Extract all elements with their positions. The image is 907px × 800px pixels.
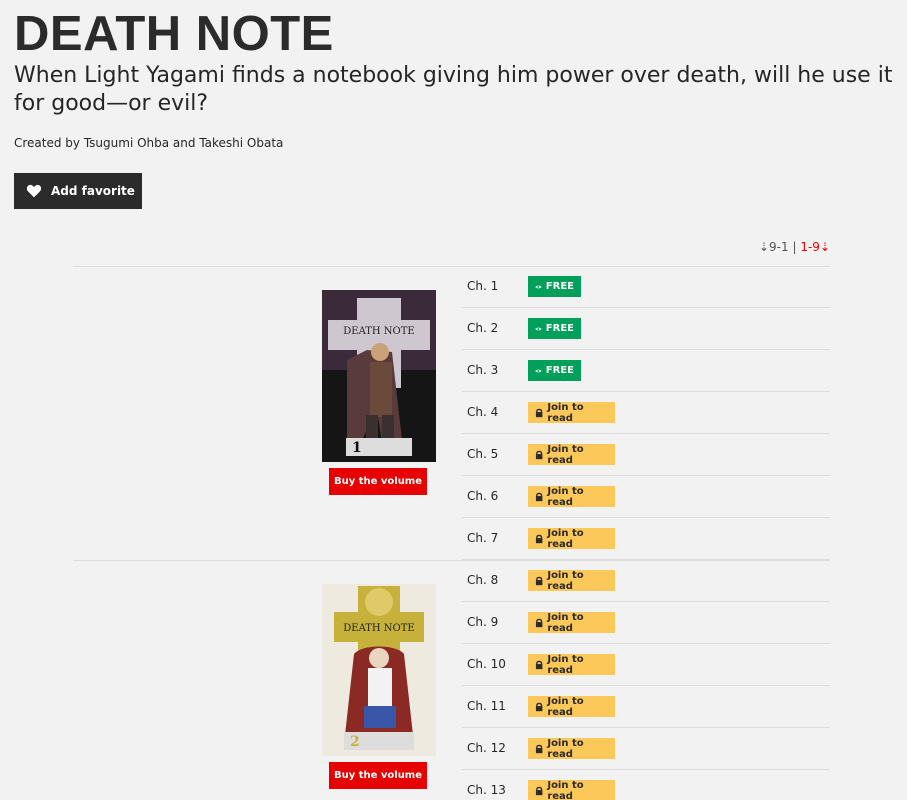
chapter-label[interactable]: Ch. 6: [467, 489, 498, 503]
chapter-row[interactable]: Ch. 6 Join to read: [462, 476, 830, 518]
chapter-status-label: FREE: [545, 323, 574, 334]
chapter-label[interactable]: Ch. 8: [467, 573, 498, 587]
lock-icon: [535, 702, 543, 711]
sort-separator: |: [792, 240, 797, 254]
chapter-status-label: Join to read: [547, 695, 584, 718]
eye-icon: [535, 285, 542, 288]
join-to-read-button[interactable]: Join to read: [528, 653, 615, 676]
chapter-row[interactable]: Ch. 1 FREE: [462, 266, 830, 308]
free-badge[interactable]: FREE: [528, 360, 581, 381]
svg-text:DEATH NOTE: DEATH NOTE: [343, 623, 414, 634]
chapter-row[interactable]: Ch. 13 Join to read: [462, 770, 830, 800]
volume-cover-image: 2 DEATH NOTE: [322, 584, 436, 756]
chapter-label[interactable]: Ch. 12: [467, 741, 506, 755]
lock-icon: [535, 786, 543, 795]
join-to-read-button[interactable]: Join to read: [528, 527, 615, 550]
join-to-read-button[interactable]: Join to read: [528, 485, 615, 508]
lock-icon: [535, 492, 543, 501]
sort-desc-link[interactable]: ⇣9-1: [759, 240, 789, 254]
series-tagline: When Light Yagami finds a notebook givin…: [14, 63, 893, 116]
chapter-row[interactable]: Ch. 3 FREE: [462, 350, 830, 392]
heart-icon: [26, 184, 42, 198]
add-favorite-button[interactable]: Add favorite: [14, 173, 142, 209]
volume-1-cover[interactable]: 1 DEATH NOTE: [322, 290, 436, 462]
add-favorite-label: Add favorite: [51, 184, 135, 198]
chapter-row[interactable]: Ch. 11 Join to read: [462, 686, 830, 728]
svg-text:DEATH NOTE: DEATH NOTE: [343, 326, 414, 337]
chapter-status-label: Join to read: [547, 527, 584, 550]
series-creators: Created by Tsugumi Ohba and Takeshi Obat…: [14, 136, 284, 150]
join-to-read-button[interactable]: Join to read: [528, 780, 615, 800]
chapter-status-label: Join to read: [547, 485, 584, 508]
chapter-row[interactable]: Ch. 7 Join to read: [462, 518, 830, 560]
chapter-status-label: FREE: [545, 365, 574, 376]
lock-icon: [535, 450, 543, 459]
join-to-read-button[interactable]: Join to read: [528, 611, 615, 634]
svg-text:2: 2: [350, 734, 360, 750]
join-to-read-button[interactable]: Join to read: [528, 569, 615, 592]
join-to-read-button[interactable]: Join to read: [528, 737, 615, 760]
free-badge[interactable]: FREE: [528, 276, 581, 297]
lock-icon: [535, 576, 543, 585]
chapter-label[interactable]: Ch. 5: [467, 447, 498, 461]
chapter-label[interactable]: Ch. 2: [467, 321, 498, 335]
chapter-row[interactable]: Ch. 5 Join to read: [462, 434, 830, 476]
chapter-status-label: Join to read: [547, 737, 584, 760]
chapter-status-label: Join to read: [547, 611, 584, 634]
lock-icon: [535, 744, 543, 753]
chapter-label[interactable]: Ch. 9: [467, 615, 498, 629]
chapter-label[interactable]: Ch. 10: [467, 657, 506, 671]
join-to-read-button[interactable]: Join to read: [528, 443, 615, 466]
buy-volume-button[interactable]: Buy the volume: [329, 762, 427, 789]
chapter-label[interactable]: Ch. 1: [467, 279, 498, 293]
chapter-row[interactable]: Ch. 12 Join to read: [462, 728, 830, 770]
chapter-label[interactable]: Ch. 4: [467, 405, 498, 419]
lock-icon: [535, 618, 543, 627]
lock-icon: [535, 660, 543, 669]
eye-icon: [535, 327, 542, 330]
chapter-label[interactable]: Ch. 11: [467, 699, 506, 713]
chapter-status-label: Join to read: [547, 401, 584, 424]
lock-icon: [535, 534, 543, 543]
chapter-sort: ⇣9-1 | 1-9⇣: [759, 240, 830, 254]
join-to-read-button[interactable]: Join to read: [528, 695, 615, 718]
lock-icon: [535, 408, 543, 417]
chapter-row[interactable]: Ch. 9 Join to read: [462, 602, 830, 644]
buy-volume-button[interactable]: Buy the volume: [329, 468, 427, 495]
series-title: DEATH NOTE: [14, 7, 334, 61]
volume-2-cover[interactable]: 2 DEATH NOTE: [322, 584, 436, 756]
chapter-row[interactable]: Ch. 2 FREE: [462, 308, 830, 350]
chapter-status-label: Join to read: [547, 653, 584, 676]
sort-asc-link[interactable]: 1-9⇣: [800, 240, 830, 254]
chapter-row[interactable]: Ch. 4 Join to read: [462, 392, 830, 434]
svg-text:1: 1: [352, 440, 362, 456]
eye-icon: [535, 369, 542, 372]
free-badge[interactable]: FREE: [528, 318, 581, 339]
chapter-row[interactable]: Ch. 8 Join to read: [462, 560, 830, 602]
chapter-row[interactable]: Ch. 10 Join to read: [462, 644, 830, 686]
chapter-status-label: Join to read: [547, 779, 584, 800]
chapter-label[interactable]: Ch. 13: [467, 783, 506, 797]
chapter-status-label: FREE: [545, 281, 574, 292]
volume-cover-image: 1 DEATH NOTE: [322, 290, 436, 462]
chapter-label[interactable]: Ch. 7: [467, 531, 498, 545]
chapter-status-label: Join to read: [547, 569, 584, 592]
join-to-read-button[interactable]: Join to read: [528, 401, 615, 424]
chapter-status-label: Join to read: [547, 443, 584, 466]
chapter-label[interactable]: Ch. 3: [467, 363, 498, 377]
